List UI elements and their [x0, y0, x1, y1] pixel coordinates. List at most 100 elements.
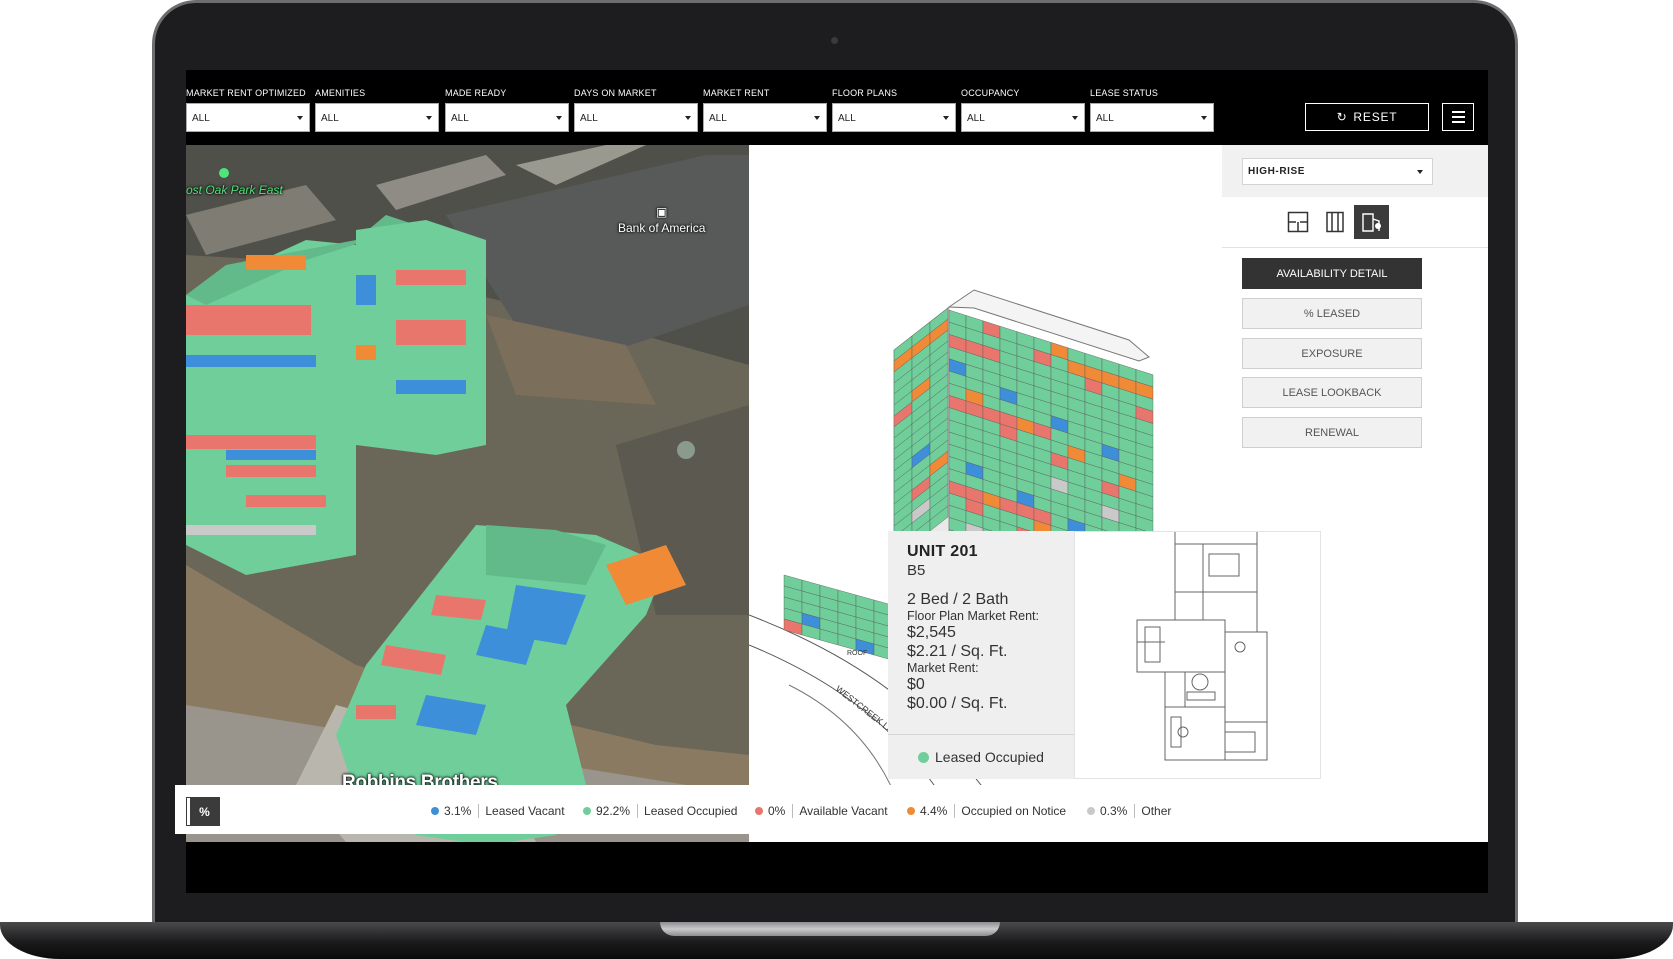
building-a-band-available-vacant	[226, 465, 316, 477]
legend-label: Other	[1141, 804, 1172, 818]
caret-down-icon	[1201, 116, 1207, 120]
floor-plan-rent-sqft: $2.21 / Sq. Ft.	[907, 643, 1008, 660]
caret-down-icon	[814, 116, 820, 120]
availability-detail-button[interactable]: AVAILABILITY DETAIL	[1242, 258, 1422, 289]
floor-plan-view-button[interactable]	[1280, 205, 1315, 239]
reset-button[interactable]: ↻ RESET	[1305, 103, 1429, 131]
building-a-band-notice	[246, 255, 306, 270]
lease-lookback-button[interactable]: LEASE LOOKBACK	[1242, 377, 1422, 408]
percent-leased-button[interactable]: % LEASED	[1242, 298, 1422, 329]
filter-label: MARKET RENT	[703, 88, 770, 98]
filter-label: OCCUPANCY	[961, 88, 1020, 98]
round-structure	[677, 441, 695, 459]
building-b-band-notice	[356, 345, 376, 360]
caret-down-icon	[556, 116, 562, 120]
legend-leased-occupied: 92.2% Leased Occupied	[583, 804, 737, 818]
building-selector-area: HIGH-RISE	[1222, 145, 1488, 197]
filter-value: ALL	[838, 113, 856, 124]
legend-label: Leased Vacant	[485, 804, 565, 818]
legend-label: Leased Occupied	[644, 804, 738, 818]
filter-label: FLOOR PLANS	[832, 88, 898, 98]
filter-label: LEASE STATUS	[1090, 88, 1159, 98]
filter-value: ALL	[967, 113, 985, 124]
satellite-map[interactable]: ost Oak Park East Bank of America ▣ Robb…	[186, 145, 749, 842]
map-label-park: ost Oak Park East	[186, 183, 283, 197]
lease-status-select[interactable]: ALL	[1090, 103, 1214, 132]
legend-dot-icon	[755, 807, 763, 815]
floor-plans-select[interactable]: ALL	[832, 103, 956, 132]
market-rent-label: Market Rent:	[907, 661, 979, 675]
percent-toggle-button[interactable]: %	[186, 797, 220, 826]
filter-days-on-market: DAYS ON MARKET ALL	[574, 88, 698, 132]
unit-floor-plan-code: B5	[907, 562, 926, 579]
legend-bar: % 3.1% Leased Vacant 92.2% Leased Occupi…	[175, 785, 1392, 834]
building-b-band-leased-vacant	[396, 380, 466, 394]
map-view-button[interactable]	[1354, 205, 1389, 239]
reset-label: RESET	[1353, 110, 1398, 124]
filter-label: AMENITIES	[315, 88, 366, 98]
hamburger-icon	[1451, 111, 1465, 113]
view-toggle-group	[1280, 205, 1389, 239]
floor-plan-image[interactable]	[1074, 531, 1321, 779]
days-on-market-select[interactable]: ALL	[574, 103, 698, 132]
building-a-band-other	[186, 525, 316, 535]
elevation-view-button[interactable]	[1317, 205, 1352, 239]
filter-bar: MARKET RENT OPTIMIZED ALL AMENITIES ALL …	[186, 70, 1488, 145]
exposure-button[interactable]: EXPOSURE	[1242, 338, 1422, 369]
filter-amenities: AMENITIES ALL	[315, 88, 439, 132]
building-b-band-available-vacant	[396, 320, 466, 345]
map-label-bank: Bank of America	[618, 221, 706, 235]
map-canvas	[186, 145, 749, 842]
occupancy-select[interactable]: ALL	[961, 103, 1085, 132]
filter-market-rent: MARKET RENT ALL	[703, 88, 827, 132]
sidebar-divider	[1222, 247, 1488, 248]
refresh-icon: ↻	[1336, 110, 1348, 124]
market-rent-select[interactable]: ALL	[703, 103, 827, 132]
menu-button[interactable]	[1442, 103, 1474, 131]
amenities-select[interactable]: ALL	[315, 103, 439, 132]
made-ready-select[interactable]: ALL	[445, 103, 569, 132]
market-rent-value: $0	[907, 676, 925, 693]
floor-plan-rent-value: $2,545	[907, 624, 956, 641]
legend-dot-icon	[1087, 807, 1095, 815]
market-rent-optimized-select[interactable]: ALL	[186, 103, 310, 132]
filter-occupancy: OCCUPANCY ALL	[961, 88, 1085, 132]
building-select[interactable]: HIGH-RISE	[1242, 158, 1433, 185]
caret-down-icon	[297, 116, 303, 120]
legend-leased-vacant: 3.1% Leased Vacant	[431, 804, 565, 818]
legend-pct: 0.3%	[1100, 804, 1136, 818]
renewal-button[interactable]: RENEWAL	[1242, 417, 1422, 448]
webcam	[831, 37, 838, 44]
legend-dot-icon	[431, 807, 439, 815]
laptop-notch	[660, 922, 1000, 936]
legend-pct: 3.1%	[444, 804, 480, 818]
floor-plan-icon	[1287, 211, 1308, 233]
unit-title: UNIT 201	[907, 543, 978, 560]
building-select-value: HIGH-RISE	[1248, 166, 1306, 177]
legend-other: 0.3% Other	[1087, 804, 1171, 818]
unit-detail-card: UNIT 201 B5 2 Bed / 2 Bath Floor Plan Ma…	[888, 531, 1074, 779]
building-a-band-available-vacant	[186, 435, 316, 449]
filter-label: DAYS ON MARKET	[574, 88, 657, 98]
legend-dot-icon	[907, 807, 915, 815]
legend-label: Available Vacant	[799, 804, 888, 818]
hamburger-line	[1451, 121, 1465, 123]
building-a-band-available-vacant	[246, 495, 326, 507]
caret-down-icon	[685, 116, 691, 120]
building-a-band-leased-vacant	[186, 355, 316, 367]
filter-value: ALL	[321, 113, 339, 124]
filter-lease-status: LEASE STATUS ALL	[1090, 88, 1214, 132]
low-rise-available-vacant	[356, 705, 396, 719]
filter-made-ready: MADE READY ALL	[445, 88, 569, 132]
bank-marker-icon: ▣	[656, 205, 668, 219]
unit-status-label: Leased Occupied	[935, 749, 1044, 765]
caret-down-icon	[943, 116, 949, 120]
floor-plan-drawing	[1136, 532, 1268, 761]
filter-market-rent-optimized: MARKET RENT OPTIMIZED ALL	[186, 88, 310, 132]
building-a-band-leased-vacant	[226, 450, 316, 460]
legend-dot-icon	[583, 807, 591, 815]
legend-pct: 4.4%	[920, 804, 956, 818]
building-b-band-available-vacant	[396, 270, 466, 285]
roof-label: ROOF	[847, 650, 867, 657]
filter-label: MARKET RENT OPTIMIZED	[186, 88, 306, 98]
